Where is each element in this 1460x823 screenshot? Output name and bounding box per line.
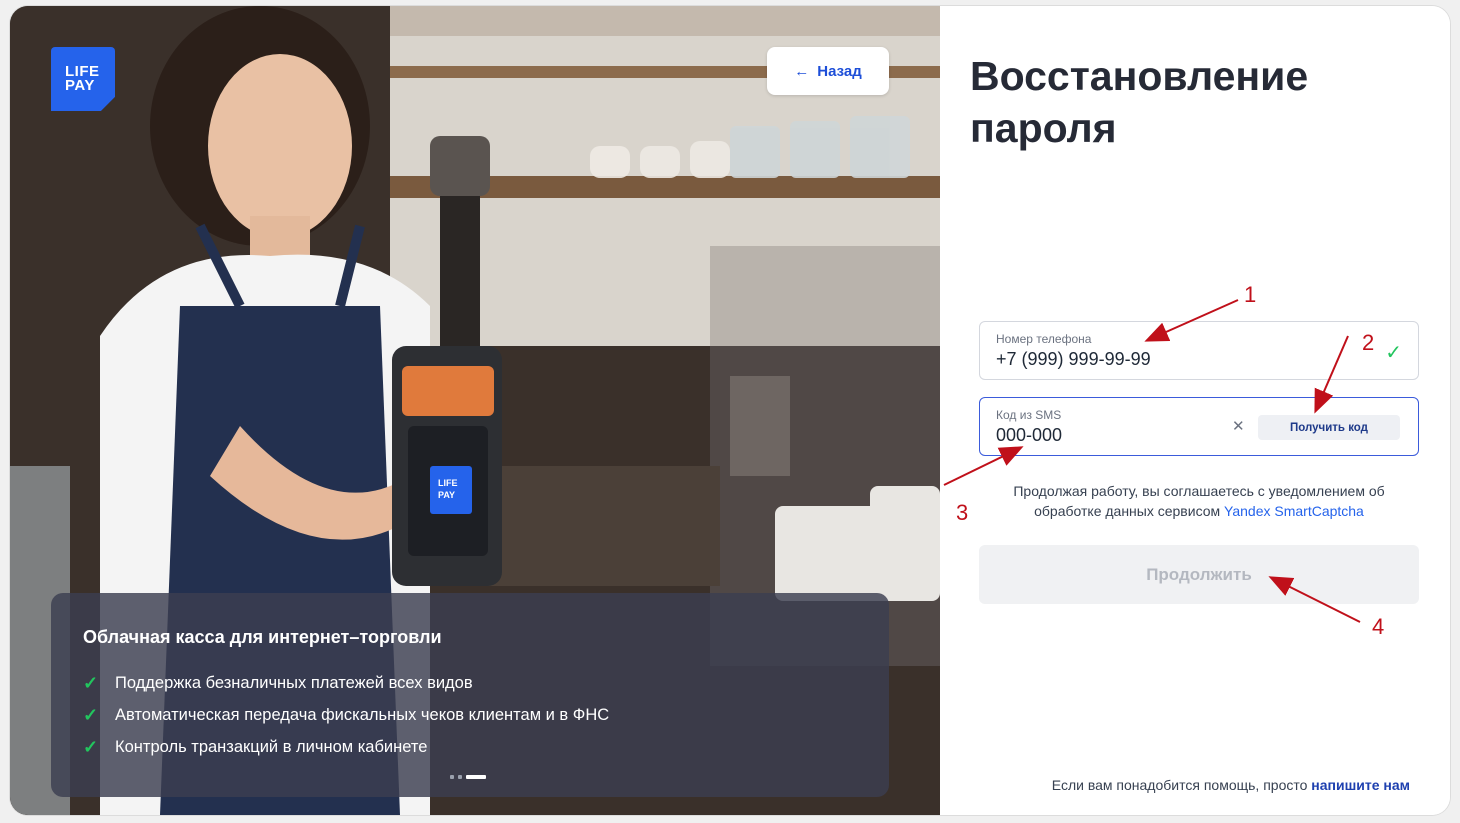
check-icon: ✓ [83,704,99,725]
brand-logo[interactable]: LIFE PAY [51,47,115,111]
page-title: Восстановление пароля [970,53,1309,151]
promo-feature-text: Контроль транзакций в личном кабинете [115,737,428,756]
promo-feature-text: Поддержка безналичных платежей всех видо… [115,673,473,692]
check-icon: ✓ [83,672,99,693]
svg-text:PAY: PAY [438,490,455,500]
hero-image: LIFE PAY LIFE PAY ← Назад Облачная касса… [10,6,940,815]
carousel-dot-1[interactable] [450,775,454,779]
check-icon: ✓ [1385,340,1402,364]
smartcaptcha-link[interactable]: Yandex SmartCaptcha [1224,503,1364,519]
carousel-dot-2[interactable] [458,775,462,779]
logo-text-line2: PAY [65,77,95,94]
sms-field-label: Код из SMS [996,408,1062,422]
carousel-indicator [450,775,486,779]
close-icon[interactable]: ✕ [1232,417,1245,435]
promo-feature-item: ✓ Контроль транзакций в личном кабинете [83,731,889,763]
svg-text:LIFE: LIFE [438,478,458,488]
phone-input[interactable] [996,348,1226,370]
promo-feature-item: ✓ Поддержка безналичных платежей всех ви… [83,667,889,699]
check-icon: ✓ [83,736,99,757]
consent-text: Продолжая работу, вы соглашаетесь с увед… [979,481,1419,521]
continue-button[interactable]: Продолжить [979,545,1419,604]
carousel-dot-3-active[interactable] [466,775,486,779]
arrow-left-icon: ← [794,62,810,80]
contact-us-link[interactable]: напишите нам [1311,777,1410,793]
promo-feature-item: ✓ Автоматическая передача фискальных чек… [83,699,889,731]
phone-field[interactable]: Номер телефона ✓ [979,321,1419,380]
promo-card: Облачная касса для интернет–торговли ✓ П… [51,593,889,797]
phone-field-label: Номер телефона [996,332,1092,346]
recovery-panel: Восстановление пароля Номер телефона ✓ К… [940,6,1450,815]
help-text-body: Если вам понадобится помощь, просто [1051,777,1308,793]
app-frame: LIFE PAY LIFE PAY ← Назад Облачная касса… [10,6,1450,815]
promo-title: Облачная касса для интернет–торговли [83,627,442,647]
sms-code-field[interactable]: Код из SMS ✕ Получить код [979,397,1419,456]
sms-code-input[interactable] [996,424,1226,446]
back-button-label: Назад [817,62,862,80]
help-text: Если вам понадобится помощь, просто напи… [940,777,1410,793]
promo-feature-text: Автоматическая передача фискальных чеков… [115,705,610,724]
promo-feature-list: ✓ Поддержка безналичных платежей всех ви… [83,667,889,763]
back-button[interactable]: ← Назад [767,47,889,95]
get-code-button[interactable]: Получить код [1258,415,1400,440]
